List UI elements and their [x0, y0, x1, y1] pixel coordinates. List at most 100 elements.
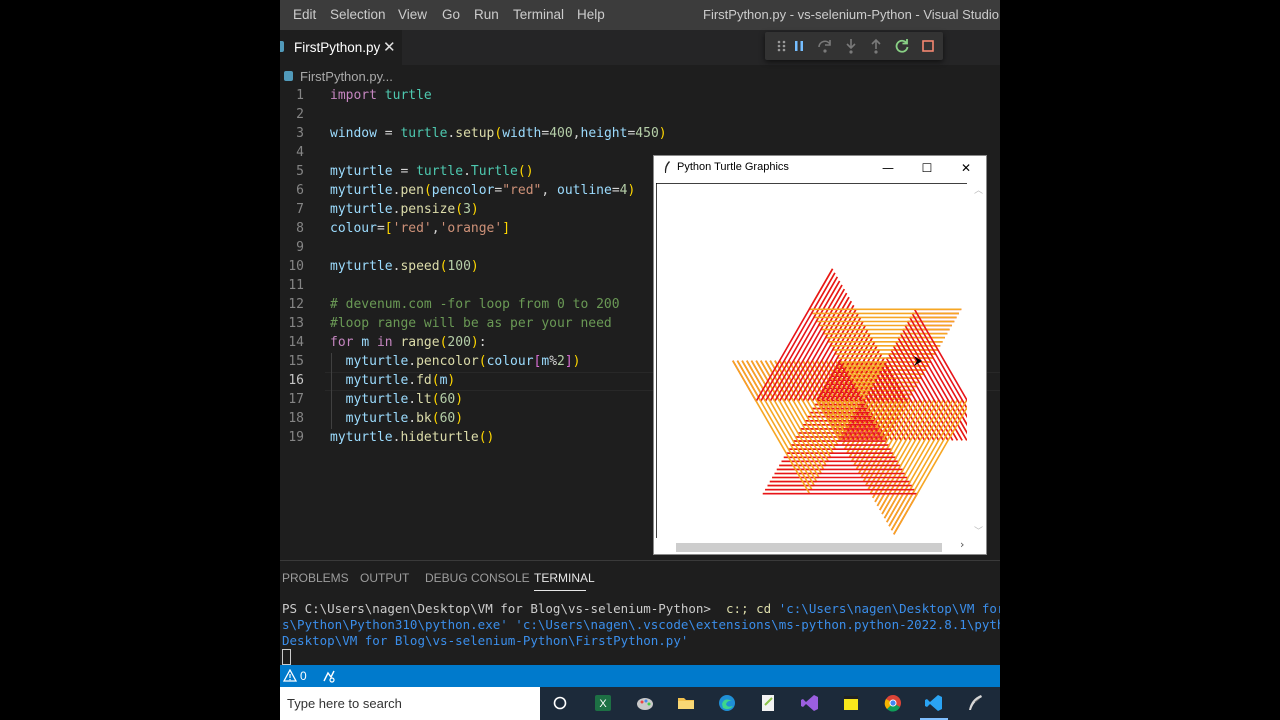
- warning-icon[interactable]: [283, 669, 297, 683]
- menu-bar: Edit Selection View Go Run Terminal Help…: [280, 0, 1000, 30]
- horizontal-scrollbar[interactable]: ›: [656, 538, 984, 554]
- code-text: window = turtle.setup(width=400,height=4…: [330, 126, 667, 141]
- bottom-panel: PROBLEMS OUTPUT DEBUG CONSOLE TERMINAL P…: [280, 560, 1000, 666]
- tab-problems[interactable]: PROBLEMS: [282, 571, 349, 585]
- menu-view[interactable]: View: [398, 7, 427, 22]
- tab-debug-console[interactable]: DEBUG CONSOLE: [425, 571, 530, 585]
- file-explorer-icon[interactable]: [676, 693, 696, 713]
- code-comment: #loop range will be as per your need: [330, 316, 612, 331]
- stop-icon[interactable]: [918, 36, 938, 56]
- taskbar-search-box[interactable]: Type here to search: [280, 687, 540, 720]
- code-text: myturtle.pencolor(colour[m%2]): [345, 354, 581, 369]
- breadcrumb-more[interactable]: ...: [382, 69, 393, 84]
- line-number: 17: [288, 392, 304, 407]
- code-line: 1 import turtle: [280, 87, 1000, 106]
- breadcrumb-file[interactable]: FirstPython.py: [300, 69, 383, 84]
- code-line: 2: [280, 106, 1000, 125]
- scroll-thumb[interactable]: [676, 543, 942, 552]
- line-number: 13: [288, 316, 304, 331]
- scroll-right-icon[interactable]: ›: [960, 538, 964, 551]
- line-number: 10: [288, 259, 304, 274]
- line-number: 15: [288, 354, 304, 369]
- status-bar: 0: [280, 665, 1000, 687]
- terminal-cursor: [282, 649, 291, 665]
- line-number: 2: [296, 107, 304, 122]
- tab-label: FirstPython.py: [294, 40, 381, 55]
- code-line: 3 window = turtle.setup(width=400,height…: [280, 125, 1000, 144]
- code-text: myturtle.lt(60): [345, 392, 464, 407]
- code-text: myturtle.hideturtle(): [330, 430, 495, 445]
- tab-firstpython[interactable]: FirstPython.py ✕: [280, 30, 402, 65]
- sticky-notes-icon[interactable]: [841, 693, 861, 713]
- maximize-icon[interactable]: ☐: [918, 159, 936, 177]
- terminal-prompt: PS C:\Users\nagen\Desktop\VM for Blog\vs…: [282, 601, 711, 616]
- line-number: 7: [296, 202, 304, 217]
- line-number: 3: [296, 126, 304, 141]
- debug-toolbar: [765, 32, 943, 60]
- svg-text:X: X: [599, 698, 607, 710]
- python-feather-app-icon[interactable]: [965, 693, 985, 713]
- code-text: myturtle.pen(pencolor="red", outline=4): [330, 183, 636, 198]
- turtle-graphics-window[interactable]: Python Turtle Graphics — ☐ ✕ ︿ ﹀ ›: [653, 155, 987, 555]
- turtle-canvas: [656, 183, 967, 538]
- code-comment: # devenum.com -for loop from 0 to 200: [330, 297, 620, 312]
- search-placeholder: Type here to search: [287, 696, 402, 711]
- line-number: 5: [296, 164, 304, 179]
- pause-icon[interactable]: [789, 36, 809, 56]
- close-icon[interactable]: ✕: [957, 159, 975, 177]
- menu-terminal[interactable]: Terminal: [513, 7, 564, 22]
- menu-selection[interactable]: Selection: [330, 7, 386, 22]
- vscode-icon[interactable]: [924, 693, 944, 713]
- line-number: 9: [296, 240, 304, 255]
- tab-output[interactable]: OUTPUT: [360, 571, 409, 585]
- code-text: import turtle: [330, 88, 432, 103]
- code-text: myturtle.bk(60): [345, 411, 464, 426]
- line-number: 14: [288, 335, 304, 350]
- vscode-window: Edit Selection View Go Run Terminal Help…: [280, 0, 1000, 720]
- warning-count[interactable]: 0: [300, 669, 307, 683]
- chrome-icon[interactable]: [883, 693, 903, 713]
- close-tab-icon[interactable]: ✕: [383, 38, 396, 56]
- python-file-icon: [284, 71, 293, 81]
- menu-run[interactable]: Run: [474, 7, 499, 22]
- tab-terminal[interactable]: TERMINAL: [534, 571, 595, 585]
- step-into-icon[interactable]: [841, 36, 861, 56]
- python-file-icon: [280, 41, 284, 52]
- menu-go[interactable]: Go: [442, 7, 460, 22]
- python-feather-icon: [664, 161, 670, 173]
- task-view-icon[interactable]: [550, 693, 570, 713]
- line-number: 4: [296, 145, 304, 160]
- line-number: 19: [288, 430, 304, 445]
- line-number: 12: [288, 297, 304, 312]
- menu-edit[interactable]: Edit: [293, 7, 316, 22]
- code-text: colour=['red','orange']: [330, 221, 511, 236]
- line-number: 6: [296, 183, 304, 198]
- code-text: myturtle.fd(m): [345, 373, 456, 388]
- visual-studio-icon[interactable]: [800, 693, 820, 713]
- star-drawing: [732, 268, 967, 535]
- restart-icon[interactable]: [892, 36, 912, 56]
- live-share-icon[interactable]: [322, 669, 336, 683]
- excel-icon[interactable]: X: [593, 693, 613, 713]
- terminal-command: c:; cd: [726, 601, 772, 616]
- edge-icon[interactable]: [717, 693, 737, 713]
- scroll-up-icon[interactable]: ︿: [974, 183, 983, 196]
- menu-help[interactable]: Help: [577, 7, 605, 22]
- terminal-line: Desktop\VM for Blog\vs-selenium-Python\F…: [282, 633, 689, 648]
- paint-icon[interactable]: [635, 693, 655, 713]
- code-text: myturtle.pensize(3): [330, 202, 479, 217]
- notepad-plus-icon[interactable]: [758, 693, 778, 713]
- step-out-icon[interactable]: [866, 36, 886, 56]
- line-number: 16: [288, 373, 304, 388]
- turtle-stroke: [732, 360, 811, 495]
- terminal-line: PS C:\Users\nagen\Desktop\VM for Blog\vs…: [282, 601, 1000, 616]
- window-title: FirstPython.py - vs-selenium-Python - Vi…: [703, 7, 1000, 22]
- step-over-icon[interactable]: [815, 36, 835, 56]
- minimize-icon[interactable]: —: [879, 159, 897, 177]
- line-number: 11: [288, 278, 304, 293]
- turtle-window-title: Python Turtle Graphics: [677, 161, 789, 173]
- line-number: 1: [296, 88, 304, 103]
- line-number: 18: [288, 411, 304, 426]
- scroll-down-icon[interactable]: ﹀: [974, 524, 983, 537]
- terminal-line: s\Python\Python310\python.exe' 'c:\Users…: [282, 617, 1000, 632]
